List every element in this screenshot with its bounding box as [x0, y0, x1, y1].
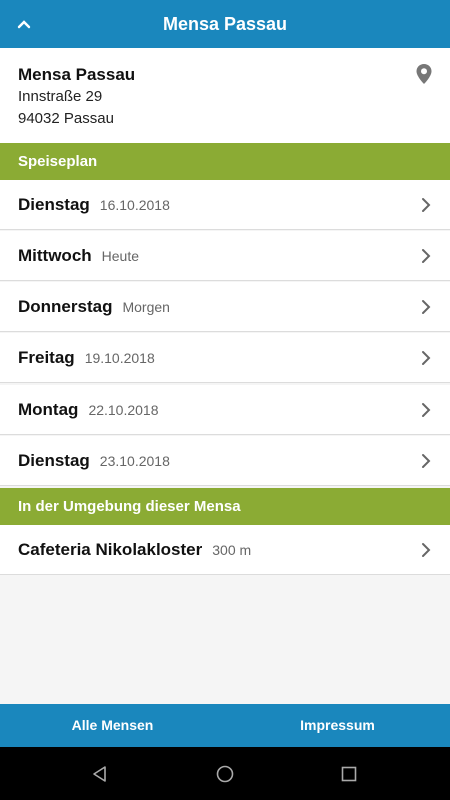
home-circle-icon[interactable]: [215, 764, 235, 784]
mensa-city: 94032 Passau: [18, 110, 114, 127]
chevron-right-icon: [422, 351, 431, 365]
page-title: Mensa Passau: [162, 14, 288, 34]
address-card: Mensa Passau Innstraße 29 94032 Passau: [0, 48, 450, 143]
day-meta: 22.10.2018: [88, 402, 159, 418]
day-meta: Morgen: [122, 299, 170, 315]
day-meta: 23.10.2018: [99, 453, 170, 469]
day-name: Dienstag: [18, 451, 90, 470]
nearby-header: In der Umgebung dieser Mensa: [0, 488, 450, 525]
chevron-right-icon: [422, 454, 431, 468]
chevron-right-icon: [422, 249, 431, 263]
recents-square-icon[interactable]: [339, 764, 359, 784]
cafeteria-name: Cafeteria Nikolakloster: [18, 540, 203, 559]
day-row[interactable]: Montag 22.10.2018: [0, 385, 450, 435]
all-mensen-button[interactable]: Alle Mensen: [0, 704, 225, 747]
mensa-street: Innstraße 29: [18, 88, 103, 105]
day-row[interactable]: Dienstag 16.10.2018: [0, 180, 450, 230]
chevron-right-icon: [422, 403, 431, 417]
back-triangle-icon[interactable]: [90, 764, 110, 784]
day-row[interactable]: Dienstag 23.10.2018: [0, 436, 450, 486]
location-pin-icon[interactable]: [412, 62, 436, 86]
nearby-row[interactable]: Cafeteria Nikolakloster 300 m: [0, 525, 450, 575]
day-name: Dienstag: [18, 195, 90, 214]
day-name: Mittwoch: [18, 246, 92, 265]
day-meta: 19.10.2018: [84, 350, 155, 366]
day-name: Donnerstag: [18, 297, 113, 316]
day-name: Montag: [18, 400, 79, 419]
impressum-button[interactable]: Impressum: [225, 704, 450, 747]
app-bar: Mensa Passau: [0, 0, 450, 48]
day-meta: 16.10.2018: [99, 197, 170, 213]
chevron-right-icon: [422, 198, 431, 212]
day-meta: Heute: [101, 248, 140, 264]
chevron-right-icon: [422, 300, 431, 314]
cafeteria-distance: 300 m: [212, 542, 252, 558]
bottom-bar: Alle Mensen Impressum: [0, 704, 450, 747]
day-name: Freitag: [18, 348, 75, 367]
day-row[interactable]: Mittwoch Heute: [0, 231, 450, 281]
chevron-right-icon: [422, 543, 431, 557]
speiseplan-header: Speiseplan: [0, 143, 450, 180]
day-row[interactable]: Freitag 19.10.2018: [0, 333, 450, 383]
system-navigation-bar: [0, 747, 450, 800]
mensa-name: Mensa Passau: [18, 65, 136, 84]
day-row[interactable]: Donnerstag Morgen: [0, 282, 450, 332]
